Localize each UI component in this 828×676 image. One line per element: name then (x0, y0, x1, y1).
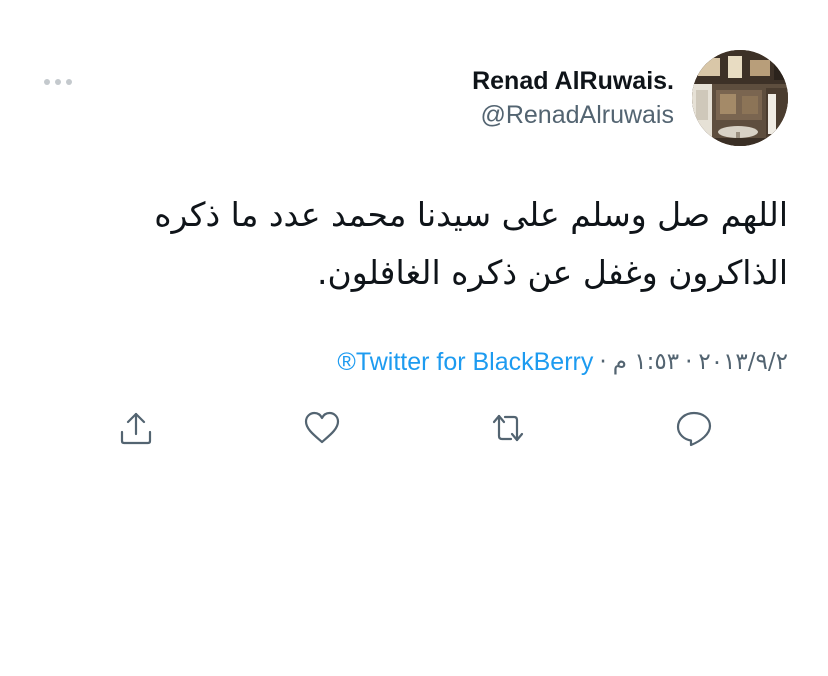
more-horizontal-icon (44, 79, 50, 85)
retweet-button[interactable] (488, 408, 528, 448)
author-names[interactable]: Renad AlRuwais. @RenadAlruwais (472, 66, 674, 132)
share-button[interactable] (116, 408, 156, 448)
reply-button[interactable] (674, 408, 714, 448)
meta-separator: · (685, 349, 693, 375)
meta-separator: · (599, 349, 607, 375)
more-horizontal-icon-dot (66, 79, 72, 85)
tweet-date[interactable]: ٢٠١٣/٩/٢ (698, 349, 788, 375)
tweet-text: اللهم صل وسلم على سيدنا محمد عدد ما ذكره… (154, 195, 788, 292)
avatar[interactable] (692, 50, 788, 146)
author-display-name[interactable]: Renad AlRuwais. (472, 66, 674, 96)
author-handle[interactable]: @RenadAlruwais (472, 98, 674, 132)
more-horizontal-icon-dot (55, 79, 61, 85)
heart-icon (304, 411, 340, 444)
avatar-photo (692, 50, 788, 146)
reply-icon (676, 411, 712, 447)
tweet-actions (0, 408, 828, 448)
retweet-icon (492, 414, 524, 442)
share-icon (120, 412, 152, 445)
tweet-time[interactable]: ١:٥٣ م (613, 349, 679, 375)
tweet-source-link[interactable]: Twitter for BlackBerry® (337, 348, 593, 377)
more-options-button[interactable] (38, 70, 78, 94)
like-button[interactable] (302, 408, 342, 448)
tweet-meta: ٢٠١٣/٩/٢ · ١:٥٣ م · Twitter for BlackBer… (337, 346, 788, 378)
